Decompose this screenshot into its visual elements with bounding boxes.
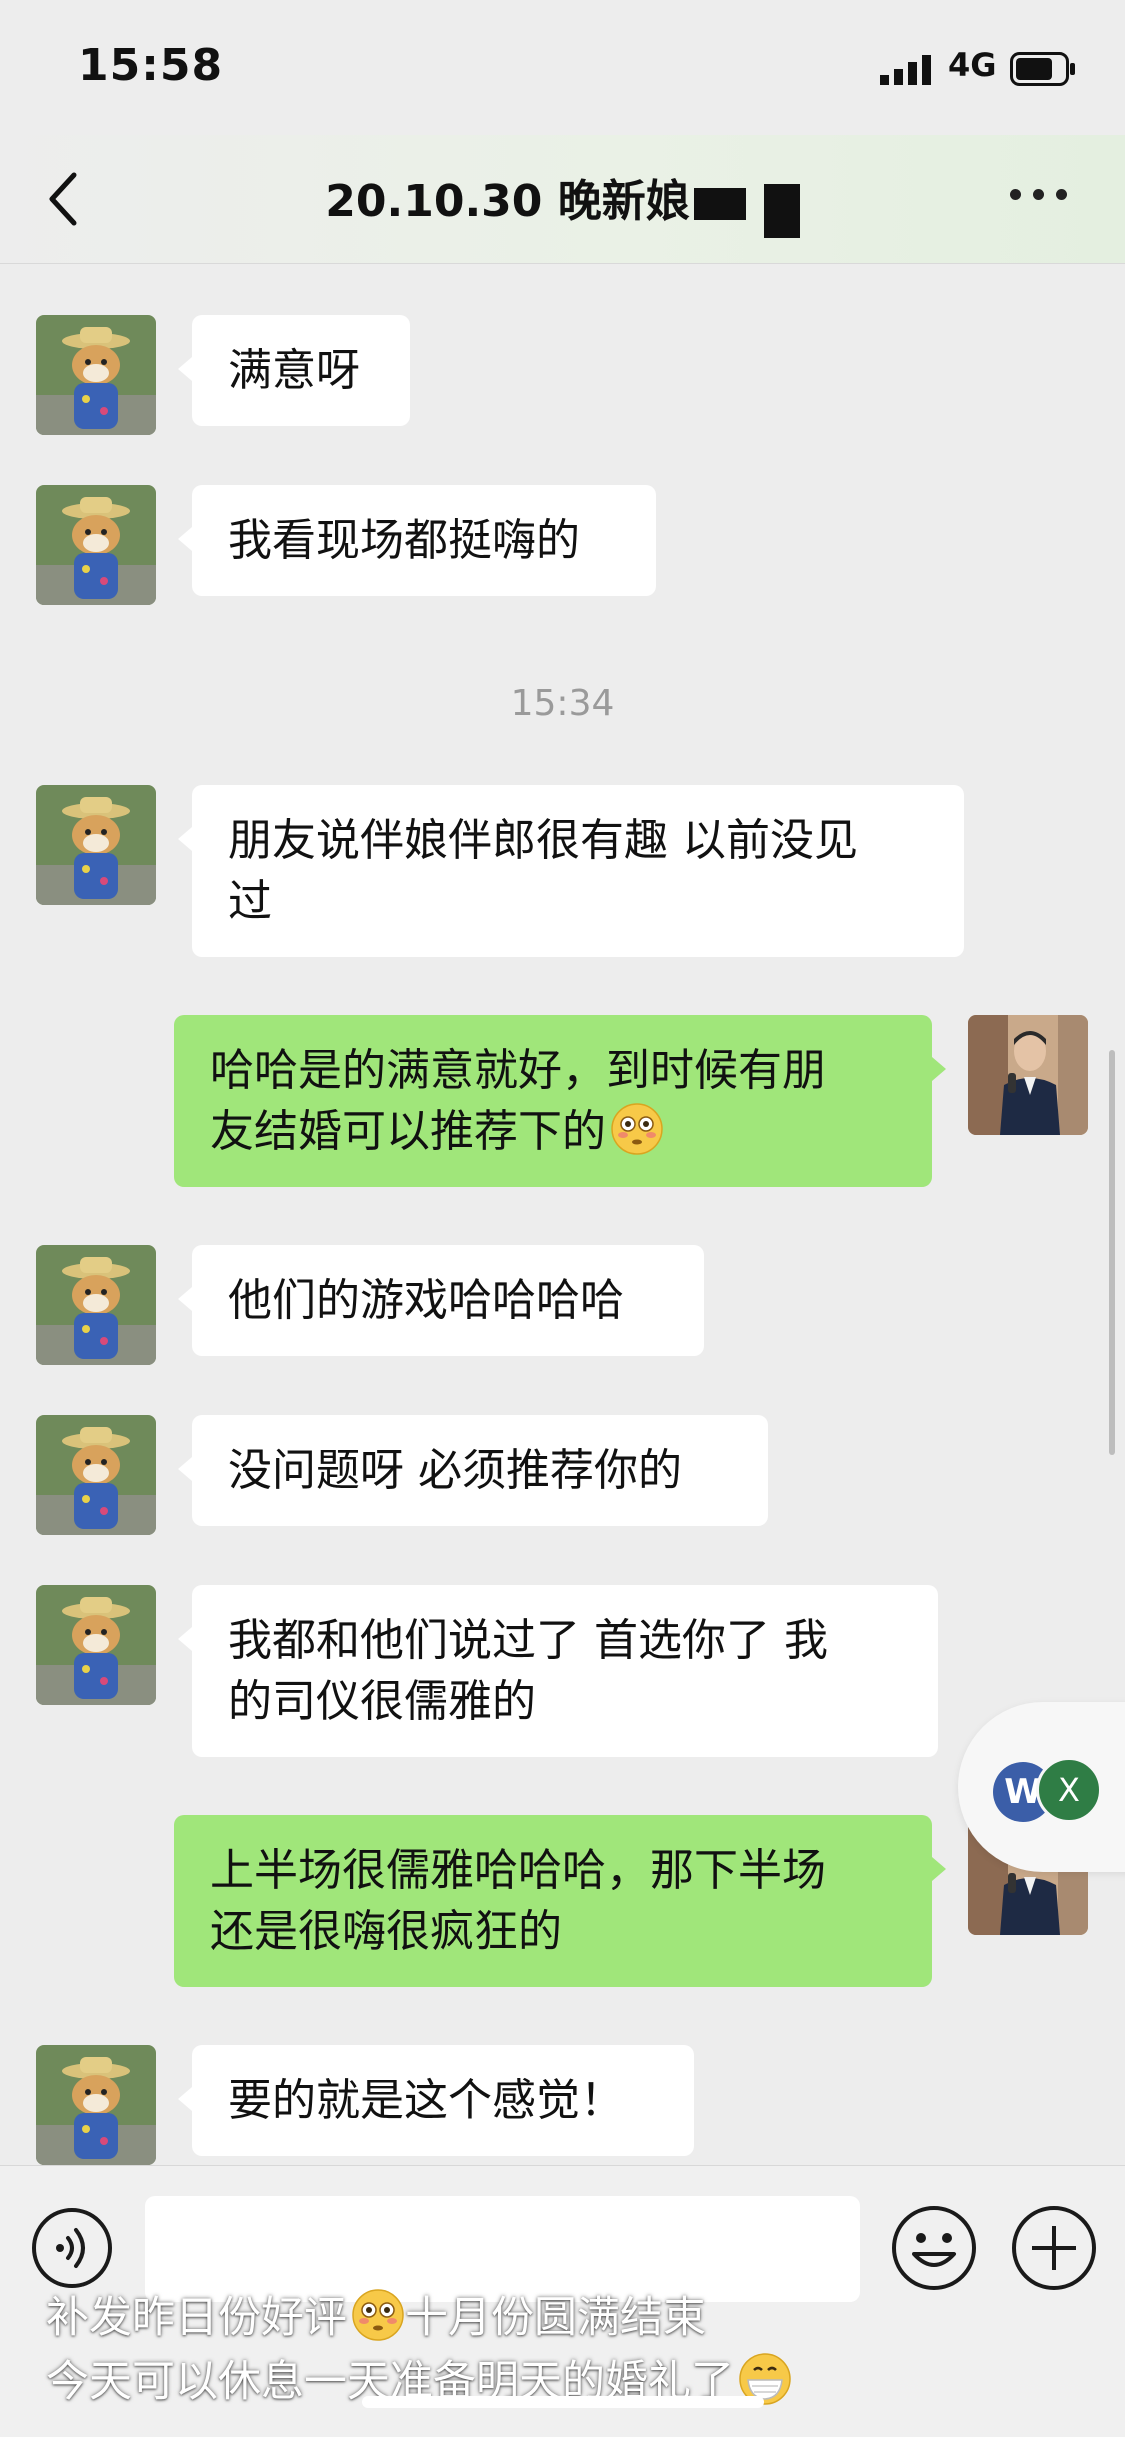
- redaction-mark: [763, 184, 800, 238]
- excel-doc-icon: X: [1036, 1757, 1102, 1823]
- network-type: 4G: [948, 46, 997, 84]
- flushed-face-icon: [352, 2289, 404, 2341]
- incoming-message[interactable]: 我看现场都挺嗨的: [178, 485, 656, 596]
- status-bar: 15:58 4G: [0, 0, 1125, 135]
- incoming-message[interactable]: 他们的游戏哈哈哈哈: [178, 1245, 704, 1356]
- contact-avatar[interactable]: [36, 485, 156, 605]
- caption-overlay: 补发昨日份好评 十月份圆满结束 今天可以休息一天准备明天的婚礼了: [46, 2286, 792, 2414]
- redaction-mark: [693, 188, 746, 220]
- incoming-message[interactable]: 我都和他们说过了 首选你了 我 的司仪很儒雅的: [178, 1585, 938, 1757]
- incoming-message[interactable]: 朋友说伴娘伴郎很有趣 以前没见 过: [178, 785, 964, 957]
- floating-window-bubble[interactable]: W X: [958, 1702, 1125, 1872]
- message-timestamp: 15:34: [510, 683, 615, 724]
- incoming-message[interactable]: 没问题呀 必须推荐你的: [178, 1415, 768, 1526]
- battery-icon: [1010, 52, 1075, 86]
- home-indicator[interactable]: [362, 2396, 764, 2408]
- contact-avatar[interactable]: [36, 785, 156, 905]
- outgoing-message[interactable]: 上半场很儒雅哈哈哈，那下半场 还是很嗨很疯狂的: [174, 1815, 946, 1987]
- chat-title-text: 20.10.30 晚新娘: [325, 176, 690, 227]
- contact-avatar[interactable]: [36, 1415, 156, 1535]
- plus-icon[interactable]: [1010, 2204, 1098, 2292]
- contact-avatar[interactable]: [36, 1585, 156, 1705]
- contact-avatar[interactable]: [36, 2045, 156, 2165]
- message-list[interactable]: 满意呀 我看现场都挺嗨的 15:34 朋友说伴娘伴郎很有趣 以前没见 过 哈哈是…: [0, 263, 1125, 2168]
- contact-avatar[interactable]: [36, 315, 156, 435]
- scrollbar[interactable]: [1109, 1050, 1115, 1455]
- chat-title: 20.10.30 晚新娘: [0, 165, 1125, 238]
- more-icon[interactable]: [1010, 189, 1070, 209]
- signal-icon: [880, 55, 931, 85]
- flushed-face-icon: [611, 1103, 663, 1155]
- voice-icon[interactable]: [30, 2206, 114, 2290]
- chat-header: 20.10.30 晚新娘: [0, 135, 1125, 264]
- contact-avatar[interactable]: [36, 1245, 156, 1365]
- emoji-icon[interactable]: [890, 2204, 978, 2292]
- status-time: 15:58: [78, 40, 224, 91]
- incoming-message[interactable]: 要的就是这个感觉！: [178, 2045, 694, 2156]
- user-avatar[interactable]: [968, 1015, 1088, 1135]
- incoming-message[interactable]: 满意呀: [178, 315, 410, 426]
- outgoing-message[interactable]: 哈哈是的满意就好，到时候有朋 友结婚可以推荐下的: [174, 1015, 946, 1187]
